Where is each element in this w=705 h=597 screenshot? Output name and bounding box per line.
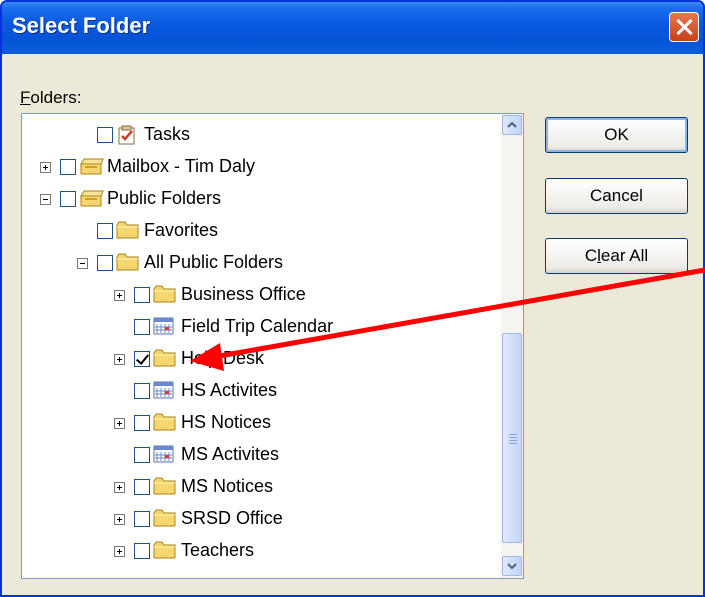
folder-icon xyxy=(153,508,177,528)
tree-item-label: HS Activites xyxy=(181,380,278,400)
folder-checkbox[interactable] xyxy=(134,287,150,303)
tree-item[interactable]: Field Trip Calendar xyxy=(22,313,500,341)
scroll-down-button[interactable] xyxy=(502,556,522,576)
folder-checkbox[interactable] xyxy=(60,159,76,175)
tree-item[interactable]: HS Notices xyxy=(22,409,500,437)
tree-item[interactable]: Teachers xyxy=(22,537,500,565)
folder-checkbox[interactable] xyxy=(134,511,150,527)
chevron-down-icon xyxy=(507,563,517,570)
expand-icon[interactable] xyxy=(114,354,125,365)
expand-icon[interactable] xyxy=(114,290,125,301)
folder-tree[interactable]: Tasks Mailbox - Tim Daly Public Folders Fav… xyxy=(21,113,524,579)
tree-item-label: Public Folders xyxy=(107,188,222,208)
tree-item-label: MS Notices xyxy=(181,476,274,496)
folder-icon xyxy=(153,540,177,560)
chevron-up-icon xyxy=(507,121,517,128)
scrollbar-thumb[interactable] xyxy=(502,333,522,543)
tree-item[interactable]: MS Notices xyxy=(22,473,500,501)
ok-button[interactable]: OK xyxy=(545,117,688,153)
folder-checkbox[interactable] xyxy=(134,319,150,335)
tree-item-label: All Public Folders xyxy=(144,252,284,272)
folder-checkbox[interactable] xyxy=(134,479,150,495)
cancel-button[interactable]: Cancel xyxy=(545,178,688,214)
tree-item-label: Help Desk xyxy=(181,348,265,368)
calendar-icon xyxy=(153,444,177,464)
tree-item-label: HS Notices xyxy=(181,412,272,432)
folder-icon xyxy=(116,252,140,272)
folders-label-text: olders: xyxy=(30,88,82,107)
clear-all-label-post: ear All xyxy=(600,246,649,265)
tree-item[interactable]: Tasks xyxy=(22,121,500,149)
tree-item[interactable]: Help Desk xyxy=(22,345,500,373)
tree-item-label: SRSD Office xyxy=(181,508,283,528)
mailbox-icon xyxy=(79,156,104,176)
folder-icon xyxy=(153,476,177,496)
calendar-icon xyxy=(153,380,177,400)
folder-checkbox[interactable] xyxy=(134,351,150,367)
clear-all-label-pre: C xyxy=(584,246,598,265)
collapse-icon[interactable] xyxy=(77,258,88,269)
dialog-title: Select Folder xyxy=(12,13,151,38)
tree-item[interactable]: Favorites xyxy=(22,217,500,245)
clear-all-button[interactable]: Clear All xyxy=(545,238,688,274)
collapse-icon[interactable] xyxy=(40,194,51,205)
tree-item[interactable]: Mailbox - Tim Daly xyxy=(22,153,500,181)
tree-item[interactable]: SRSD Office xyxy=(22,505,500,533)
tree-item[interactable]: Public Folders xyxy=(22,185,500,213)
folder-checkbox[interactable] xyxy=(134,543,150,559)
folder-icon xyxy=(116,220,140,240)
folder-checkbox[interactable] xyxy=(97,255,113,271)
tree-item[interactable]: MS Activites xyxy=(22,441,500,469)
scroll-up-button[interactable] xyxy=(502,115,522,135)
folders-label-accel: F xyxy=(20,88,31,107)
folder-icon xyxy=(153,284,177,304)
expand-icon[interactable] xyxy=(114,546,125,557)
select-folder-dialog: Select Folder Folders: Tasks Mailbox - Ti… xyxy=(0,0,705,597)
tree-item[interactable]: All Public Folders xyxy=(22,249,500,277)
folders-label: Folders: xyxy=(20,88,81,108)
tree-item-label: Mailbox - Tim Daly xyxy=(107,156,256,176)
folder-icon xyxy=(153,348,177,368)
folder-checkbox[interactable] xyxy=(97,223,113,239)
tree-item-label: Business Office xyxy=(181,284,306,304)
tasks-icon xyxy=(116,124,140,145)
tree-item-label: MS Activites xyxy=(181,444,280,464)
tree-item-label: Favorites xyxy=(144,220,219,240)
folder-checkbox[interactable] xyxy=(60,191,76,207)
folder-checkbox[interactable] xyxy=(134,415,150,431)
calendar-icon xyxy=(153,316,177,336)
folder-checkbox[interactable] xyxy=(134,447,150,463)
tree-item[interactable]: Business Office xyxy=(22,281,500,309)
folder-icon xyxy=(153,412,177,432)
folder-checkbox[interactable] xyxy=(134,383,150,399)
vertical-scrollbar[interactable] xyxy=(501,114,523,578)
expand-icon[interactable] xyxy=(40,162,51,173)
tree-item-label: Teachers xyxy=(181,540,255,560)
expand-icon[interactable] xyxy=(114,514,125,525)
close-button[interactable] xyxy=(669,12,699,42)
expand-icon[interactable] xyxy=(114,418,125,429)
folder-checkbox[interactable] xyxy=(97,127,113,143)
tree-item-label: Field Trip Calendar xyxy=(181,316,334,336)
tree-item[interactable]: HS Activites xyxy=(22,377,500,405)
public-folders-icon xyxy=(79,188,104,208)
expand-icon[interactable] xyxy=(114,482,125,493)
tree-item-label: Tasks xyxy=(144,124,191,144)
title-bar[interactable]: Select Folder xyxy=(2,2,703,54)
